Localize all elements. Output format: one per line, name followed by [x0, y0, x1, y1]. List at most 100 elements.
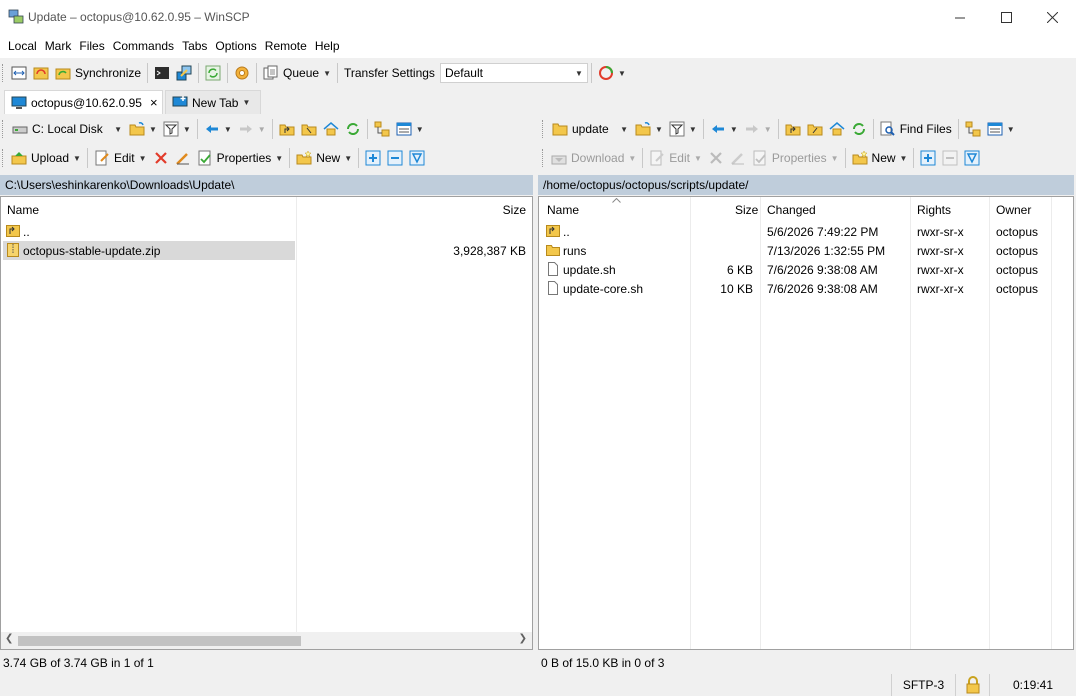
toolbar-grip[interactable] [2, 64, 5, 82]
synchronize-button[interactable]: Synchronize [52, 62, 144, 84]
local-delete-button[interactable] [150, 147, 172, 169]
local-new-button[interactable]: New ▼ [293, 147, 355, 169]
local-horizontal-scrollbar[interactable]: ❮ ❯ [1, 632, 532, 649]
remote-forward-button[interactable]: ▼ [741, 118, 775, 140]
file-size-cell: 3,928,387 KB [297, 241, 530, 260]
local-edit-button[interactable]: Edit ▼ [91, 147, 150, 169]
menu-options[interactable]: Options [211, 39, 260, 53]
compare-directories-button[interactable] [8, 62, 30, 84]
remote-new-button[interactable]: New ▼ [849, 147, 911, 169]
remote-folder-select[interactable]: update ▼ [548, 119, 632, 139]
remote-parent-dir-button[interactable] [782, 118, 804, 140]
remote-filter-select-button[interactable] [961, 147, 983, 169]
menu-files[interactable]: Files [75, 39, 108, 53]
local-unselect-button[interactable] [384, 147, 406, 169]
scroll-left-icon[interactable]: ❮ [5, 633, 13, 644]
minus-icon [387, 150, 403, 166]
local-filter-select-button[interactable] [406, 147, 428, 169]
find-files-button[interactable]: Find Files [877, 118, 955, 140]
remote-new-label: New [871, 151, 896, 165]
remote-root-dir-button[interactable] [804, 118, 826, 140]
column-header-name[interactable]: Name [7, 197, 39, 221]
chevron-down-icon: ▼ [763, 124, 772, 134]
list-item[interactable]: .. [3, 222, 295, 241]
queue-button[interactable]: Queue ▼ [260, 62, 334, 84]
column-header-size[interactable]: Size [735, 197, 758, 221]
close-window-button[interactable] [1029, 0, 1075, 34]
close-tab-icon[interactable]: × [150, 95, 158, 110]
upload-button[interactable]: Upload ▼ [8, 147, 84, 169]
synchronize-icon [55, 68, 71, 80]
local-properties-button[interactable]: Properties ▼ [194, 147, 287, 169]
table-row[interactable]: update.sh 6 KB 7/6/2026 9:38:08 AM rwxr-… [541, 260, 1051, 279]
column-header-name[interactable]: Name [547, 197, 579, 221]
download-button[interactable]: Download ▼ [548, 147, 639, 169]
remote-refresh-button[interactable] [848, 118, 870, 140]
sessions-button[interactable]: ▼ [595, 62, 629, 84]
compare-icon [11, 66, 27, 80]
menu-commands[interactable]: Commands [109, 39, 178, 53]
remote-properties-button[interactable]: Properties ▼ [749, 147, 842, 169]
scroll-right-icon[interactable]: ❯ [519, 633, 527, 644]
local-properties-label: Properties [216, 151, 272, 165]
local-filter-button[interactable]: ▼ [160, 118, 194, 140]
menu-remote[interactable]: Remote [261, 39, 311, 53]
table-row[interactable]: runs 7/13/2026 1:32:55 PM rwxr-sr-x octo… [541, 241, 1051, 260]
menu-tabs[interactable]: Tabs [178, 39, 211, 53]
tab-session[interactable]: octopus@10.62.0.95 × [4, 90, 163, 114]
remote-back-button[interactable]: ▼ [707, 118, 741, 140]
column-header-owner[interactable]: Owner [996, 197, 1031, 221]
file-changed: 7/6/2026 9:38:08 AM [767, 263, 878, 277]
menu-help[interactable]: Help [311, 39, 344, 53]
remote-edit-button[interactable]: Edit ▼ [646, 147, 705, 169]
scrollbar-thumb[interactable] [18, 636, 301, 646]
folder-icon [552, 123, 568, 136]
remote-unselect-button[interactable] [939, 147, 961, 169]
remote-path[interactable]: /home/octopus/octopus/scripts/update/ [538, 175, 1074, 195]
minimize-button[interactable] [937, 0, 983, 34]
tab-new[interactable]: New Tab ▼ [165, 90, 261, 114]
remote-tree-button[interactable] [962, 118, 984, 140]
local-path[interactable]: C:\Users\eshinkarenko\Downloads\Update\ [0, 175, 533, 195]
menu-local[interactable]: Local [4, 39, 41, 53]
console-button[interactable] [151, 62, 173, 84]
preferences-button[interactable] [231, 62, 253, 84]
local-open-folder-button[interactable]: ▼ [126, 118, 160, 140]
maximize-button[interactable] [983, 0, 1029, 34]
local-tree-button[interactable] [371, 118, 393, 140]
remote-open-folder-button[interactable]: ▼ [632, 118, 666, 140]
remote-select-button[interactable] [917, 147, 939, 169]
local-file-panel: Name Size .. octopus-stable-update.zip 3… [0, 196, 533, 650]
table-row[interactable]: update-core.sh 10 KB 7/6/2026 9:38:08 AM… [541, 279, 1051, 298]
encryption-indicator[interactable] [955, 674, 989, 696]
local-rename-button[interactable] [172, 147, 194, 169]
column-header-size[interactable]: Size [503, 197, 526, 221]
local-back-button[interactable]: ▼ [201, 118, 235, 140]
column-header-changed[interactable]: Changed [767, 197, 816, 221]
local-forward-button[interactable]: ▼ [235, 118, 269, 140]
transfer-settings-select[interactable]: Default ▼ [439, 63, 588, 83]
menu-mark[interactable]: Mark [41, 39, 76, 53]
local-view-button[interactable]: ▼ [393, 118, 427, 140]
remote-status: 0 B of 15.0 KB in 0 of 3 [541, 656, 665, 670]
remote-filter-button[interactable]: ▼ [666, 118, 700, 140]
local-parent-dir-button[interactable] [276, 118, 298, 140]
local-refresh-button[interactable] [342, 118, 364, 140]
remote-view-button[interactable]: ▼ [984, 118, 1018, 140]
remote-home-button[interactable] [826, 118, 848, 140]
refresh-icon [346, 123, 359, 135]
local-file-toolbar: Upload ▼ Edit ▼ Properties ▼ New ▼ [0, 146, 535, 170]
list-item[interactable]: octopus-stable-update.zip [3, 241, 295, 260]
refresh-all-button[interactable] [202, 62, 224, 84]
sync-browsing-button[interactable] [30, 62, 52, 84]
local-drive-select[interactable]: C: Local Disk ▼ [8, 119, 126, 139]
local-home-button[interactable] [320, 118, 342, 140]
local-select-button[interactable] [362, 147, 384, 169]
column-header-rights[interactable]: Rights [917, 197, 951, 221]
local-root-dir-button[interactable] [298, 118, 320, 140]
remote-delete-button[interactable] [705, 147, 727, 169]
remote-rename-button[interactable] [727, 147, 749, 169]
transfer-settings-value: Default [444, 66, 483, 80]
putty-button[interactable] [173, 62, 195, 84]
table-row[interactable]: .. 5/6/2026 7:49:22 PM rwxr-sr-x octopus [541, 222, 1051, 241]
